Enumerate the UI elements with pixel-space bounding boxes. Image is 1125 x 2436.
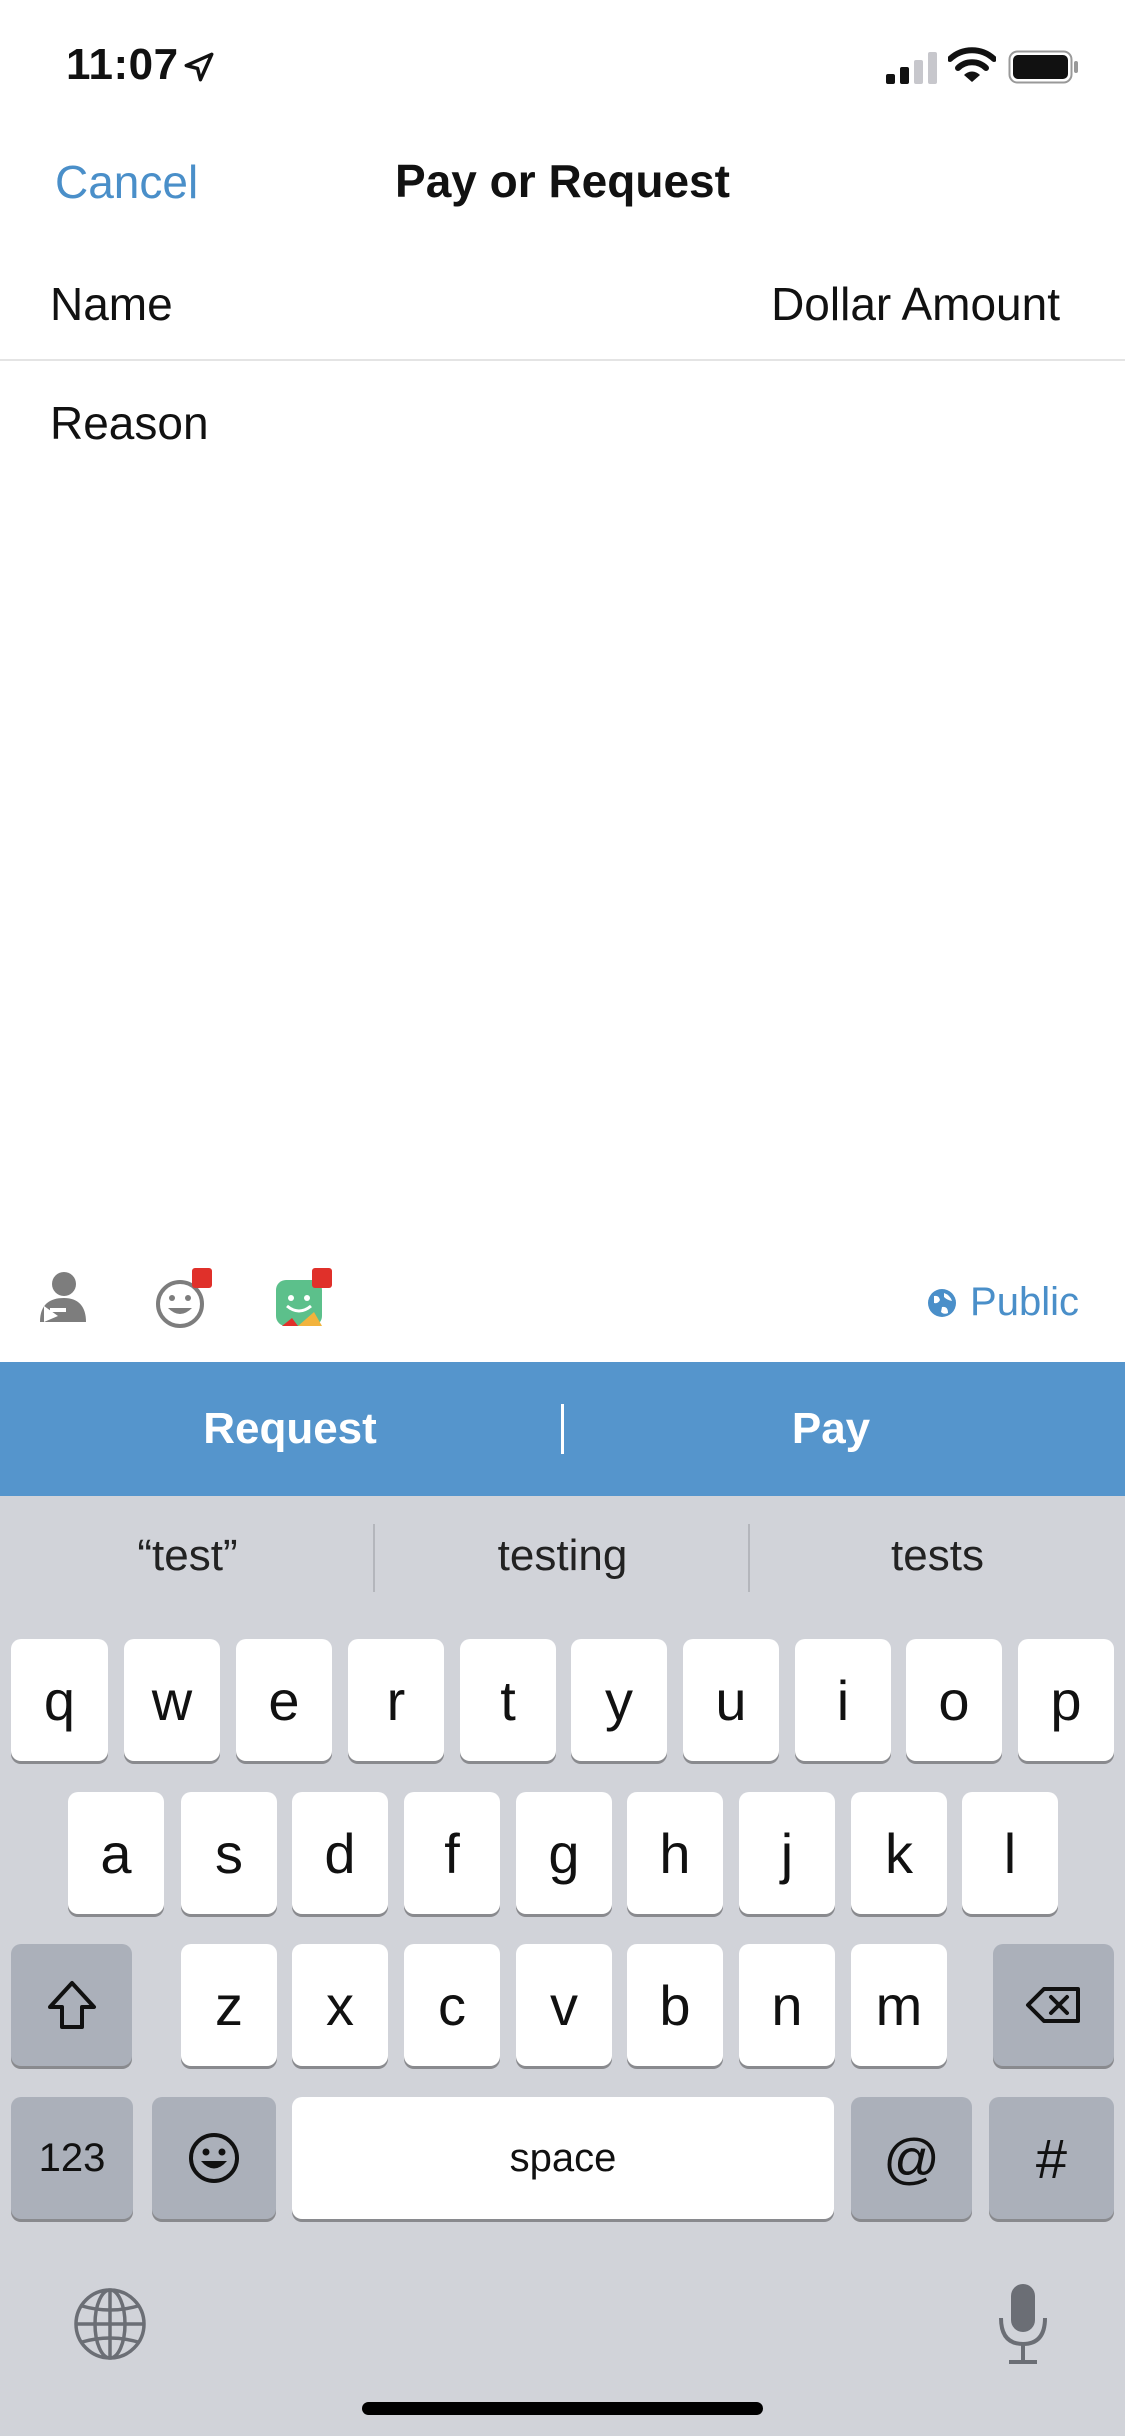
keyboard: “test” testing tests q w e r t y u i o p… [0, 1496, 1125, 2436]
wifi-icon [948, 47, 996, 82]
home-indicator[interactable] [362, 2402, 763, 2415]
emoji-key[interactable] [152, 2097, 276, 2219]
key-h[interactable]: h [627, 1792, 723, 1914]
emoji-button[interactable] [152, 1268, 216, 1332]
key-m[interactable]: m [851, 1944, 947, 2066]
page-title: Pay or Request [395, 155, 730, 207]
at-key[interactable]: @ [851, 2097, 972, 2219]
sticker-button[interactable] [272, 1268, 336, 1332]
key-f[interactable]: f [404, 1792, 500, 1914]
privacy-toggle[interactable]: Public [926, 1280, 1079, 1325]
globe-icon[interactable] [72, 2286, 148, 2362]
contact-icon[interactable] [36, 1268, 88, 1324]
request-button[interactable]: Request [10, 1362, 570, 1496]
reason-field[interactable]: Reason [50, 396, 209, 450]
key-z[interactable]: z [181, 1944, 277, 2066]
key-y[interactable]: y [571, 1639, 667, 1761]
key-v[interactable]: v [516, 1944, 612, 2066]
field-divider [0, 359, 1125, 361]
name-field[interactable]: Name [50, 277, 173, 331]
key-l[interactable]: l [962, 1792, 1058, 1914]
key-w[interactable]: w [124, 1639, 220, 1761]
key-i[interactable]: i [795, 1639, 891, 1761]
key-b[interactable]: b [627, 1944, 723, 2066]
shift-key[interactable] [11, 1944, 132, 2066]
shift-arrow-icon [47, 1981, 96, 2029]
space-key[interactable]: space [292, 2097, 834, 2219]
dollar-amount-field[interactable]: Dollar Amount [771, 277, 1060, 331]
emoji-face-icon [189, 2133, 239, 2183]
location-arrow-icon [184, 52, 214, 82]
key-o[interactable]: o [906, 1639, 1002, 1761]
key-g[interactable]: g [516, 1792, 612, 1914]
hash-key[interactable]: # [989, 2097, 1114, 2219]
key-u[interactable]: u [683, 1639, 779, 1761]
numbers-key[interactable]: 123 [11, 2097, 133, 2219]
key-s[interactable]: s [181, 1792, 277, 1914]
status-bar: 11:07 [0, 0, 1125, 130]
suggestion-1[interactable]: “test” [0, 1496, 375, 1616]
key-n[interactable]: n [739, 1944, 835, 2066]
key-e[interactable]: e [236, 1639, 332, 1761]
action-bar: Request Pay [0, 1362, 1125, 1496]
privacy-label: Public [970, 1280, 1079, 1324]
backspace-icon [1025, 1987, 1080, 2023]
signal-icon [886, 52, 937, 84]
key-r[interactable]: r [348, 1639, 444, 1761]
key-c[interactable]: c [404, 1944, 500, 2066]
notification-badge [312, 1268, 332, 1288]
battery-icon [1008, 50, 1078, 84]
globe-icon [928, 1288, 957, 1317]
key-p[interactable]: p [1018, 1639, 1114, 1761]
microphone-icon[interactable] [993, 2282, 1053, 2366]
key-d[interactable]: d [292, 1792, 388, 1914]
suggestion-3[interactable]: tests [750, 1496, 1125, 1616]
key-x[interactable]: x [292, 1944, 388, 2066]
key-j[interactable]: j [739, 1792, 835, 1914]
key-k[interactable]: k [851, 1792, 947, 1914]
suggestion-2[interactable]: testing [375, 1496, 750, 1616]
key-q[interactable]: q [11, 1639, 108, 1761]
key-t[interactable]: t [460, 1639, 556, 1761]
delete-key[interactable] [993, 1944, 1114, 2066]
pay-button[interactable]: Pay [551, 1362, 1111, 1496]
key-a[interactable]: a [68, 1792, 164, 1914]
notification-badge [192, 1268, 212, 1288]
status-time: 11:07 [66, 40, 179, 89]
